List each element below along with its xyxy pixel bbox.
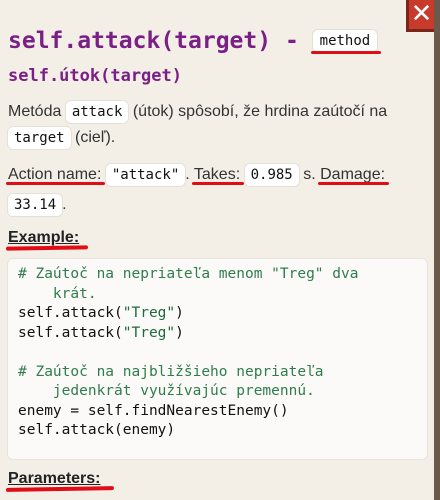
parameters-annotation: [5, 486, 115, 492]
parameters-heading: Parameters:: [5, 470, 115, 492]
code-attack: attack: [65, 101, 129, 123]
method-badge: method: [310, 30, 381, 54]
code-line: self.attack("Treg"): [18, 324, 184, 341]
example-code-block: # Zaútoč na nepriateľa menom "Treg" dva …: [7, 258, 428, 460]
takes-unit: s.: [303, 166, 316, 183]
code-line: jedenkrát využívajúc premennú.: [18, 383, 315, 399]
method-stats: Action name: "attack". Takes: 0.985 s. D…: [8, 160, 433, 220]
code-line: self.attack("Treg"): [18, 305, 184, 321]
damage-label: Damage:: [320, 166, 386, 183]
method-signature: self.attack(target) -: [8, 28, 313, 54]
action-name-value: "attack": [105, 164, 186, 186]
method-title: self.attack(target) - method: [8, 28, 381, 54]
documentation-panel: ✕ self.attack(target) - method self.útok…: [0, 0, 440, 500]
code-target: target: [8, 127, 71, 149]
damage-value: 33.14: [8, 194, 63, 216]
close-icon[interactable]: ✕: [406, 0, 434, 32]
example-heading: Example:: [5, 229, 89, 251]
code-line: # Zaútoč na nepriateľa menom "Treg" dva: [18, 266, 359, 282]
code-line: enemy = self.findNearestEnemy(): [18, 402, 289, 419]
action-name-label: Action name:: [8, 166, 102, 183]
method-subtitle: self.útok(target): [8, 66, 182, 86]
example-annotation: [5, 245, 89, 251]
code-line: self.attack(enemy): [18, 422, 176, 438]
takes-value: 0.985: [244, 164, 299, 186]
method-description: Metóda attack (útok) spôsobí, že hrdina …: [8, 99, 428, 151]
code-line: krát.: [18, 285, 97, 302]
code-line: # Zaútoč na najbližšieho nepriateľa: [18, 363, 324, 380]
takes-label: Takes:: [193, 166, 241, 183]
